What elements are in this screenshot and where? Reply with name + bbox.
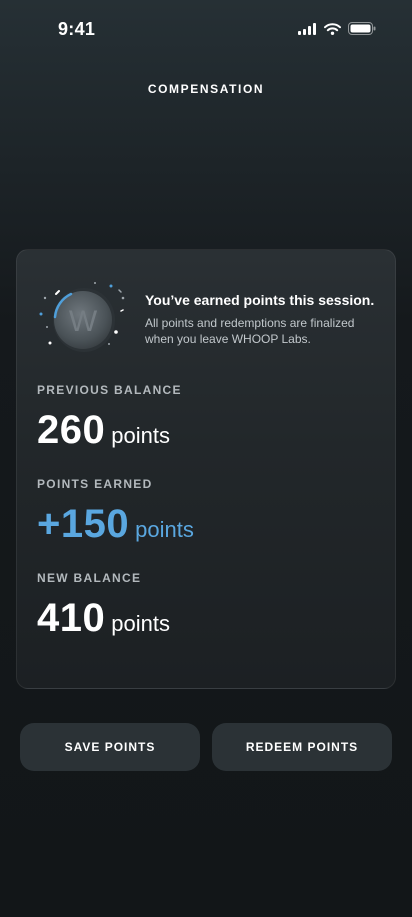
save-points-button[interactable]: SAVE POINTS [20,723,200,771]
points-earned-value: +150 points [37,504,194,544]
new-balance-label: NEW BALANCE [37,571,142,585]
points-earned-unit: points [135,517,194,542]
previous-balance-number: 260 [37,408,106,452]
previous-balance-label: PREVIOUS BALANCE [37,383,182,397]
svg-text:W: W [69,305,98,338]
wifi-icon [324,22,341,35]
points-earned-number: +150 [37,502,130,546]
whoop-medal-icon: W [39,282,125,352]
previous-balance-unit: points [111,423,170,448]
battery-icon [348,22,376,35]
status-icons [298,22,376,35]
redeem-points-button[interactable]: REDEEM POINTS [212,723,392,771]
status-time: 9:41 [58,19,96,39]
new-balance-value: 410 points [37,598,170,638]
status-bar: 9:41 [0,0,412,60]
session-points-description: All points and redemptions are finalized… [145,316,355,346]
points-summary-card: W You’ve earned points this session. All… [16,249,396,689]
new-balance-number: 410 [37,596,106,640]
previous-balance-value: 260 points [37,410,170,450]
signal-icon [298,22,316,35]
session-points-title: You’ve earned points this session. [145,292,375,308]
new-balance-unit: points [111,611,170,636]
page-title: COMPENSATION [147,82,265,96]
points-earned-label: POINTS EARNED [37,477,153,491]
